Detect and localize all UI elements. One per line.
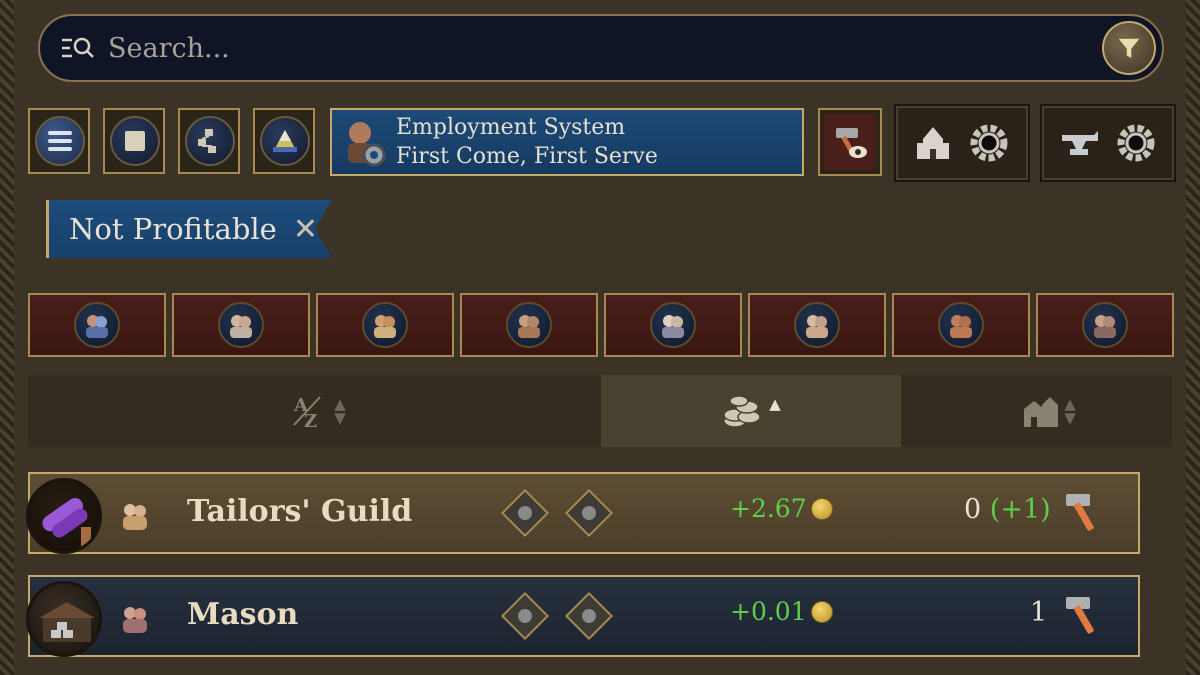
level-text: 1 bbox=[1030, 597, 1048, 628]
worker-gear-icon bbox=[340, 115, 388, 169]
active-filter-tag[interactable]: Not Profitable ✕ bbox=[46, 200, 332, 258]
employment-value: First Come, First Serve bbox=[396, 144, 658, 169]
svg-text:Z: Z bbox=[304, 411, 317, 431]
building-levels: 0 (+1) bbox=[964, 494, 1051, 525]
output-goods-icon bbox=[564, 488, 614, 538]
list-view-button[interactable] bbox=[28, 108, 90, 174]
pop-tab-2[interactable] bbox=[172, 293, 310, 357]
pop-icon bbox=[86, 315, 108, 338]
grid-view-button[interactable] bbox=[103, 108, 165, 174]
search-input[interactable] bbox=[108, 32, 1008, 64]
pop-icon bbox=[518, 315, 540, 338]
pop-icon bbox=[374, 315, 396, 338]
sort-by-level-button[interactable]: ▲ ▼ bbox=[988, 375, 1108, 447]
hammer-icon[interactable] bbox=[1060, 591, 1104, 639]
profit-text: +0.01 bbox=[730, 597, 807, 626]
building-name: Mason bbox=[187, 597, 299, 632]
pop-tab-3[interactable] bbox=[316, 293, 454, 357]
church-icon bbox=[917, 127, 949, 159]
pop-icon bbox=[120, 500, 150, 532]
pop-icon bbox=[120, 603, 150, 635]
mason-building-icon bbox=[26, 581, 102, 657]
pop-icon bbox=[662, 315, 684, 338]
pop-tab-5[interactable] bbox=[604, 293, 742, 357]
pop-icon bbox=[950, 315, 972, 338]
gear-icon bbox=[970, 124, 1008, 162]
building-settings-button[interactable] bbox=[894, 104, 1030, 182]
profit-value: +2.67 bbox=[730, 494, 833, 523]
output-goods-icon bbox=[564, 591, 614, 641]
sort-az-icon: A Z bbox=[293, 395, 321, 431]
coin-icon bbox=[810, 600, 833, 623]
profit-value: +0.01 bbox=[730, 597, 833, 626]
pop-tab-7[interactable] bbox=[892, 293, 1030, 357]
sort-header: A Z ▲▼ ▲▼ ▲▼ bbox=[28, 375, 1172, 447]
hierarchy-view-button[interactable] bbox=[178, 108, 240, 174]
level-text: 0 bbox=[964, 494, 982, 525]
input-goods-icon bbox=[500, 488, 550, 538]
silk-building-icon bbox=[26, 478, 102, 554]
level-plus-text: (+1) bbox=[989, 494, 1051, 525]
building-row[interactable]: Mason +0.01 1 bbox=[26, 575, 1140, 657]
pop-icon bbox=[806, 315, 828, 338]
pop-tab-1[interactable] bbox=[28, 293, 166, 357]
pop-tab-8[interactable] bbox=[1036, 293, 1174, 357]
frame-edge-left bbox=[0, 0, 14, 675]
search-bar[interactable] bbox=[38, 14, 1164, 82]
coin-icon bbox=[810, 497, 833, 520]
input-goods-icon bbox=[500, 591, 550, 641]
pop-icon bbox=[1094, 315, 1116, 338]
gear-icon-2 bbox=[1117, 124, 1155, 162]
pop-tab-4[interactable] bbox=[460, 293, 598, 357]
profit-text: +2.67 bbox=[730, 494, 807, 523]
hammer-eye-icon bbox=[824, 114, 876, 170]
employment-title: Employment System bbox=[396, 115, 626, 140]
pop-tab-6[interactable] bbox=[748, 293, 886, 357]
sort-by-name-button[interactable]: A Z ▲ ▼ bbox=[218, 375, 418, 447]
close-icon[interactable]: ✕ bbox=[293, 212, 318, 247]
build-view-button[interactable] bbox=[818, 108, 882, 176]
anvil-icon bbox=[1062, 131, 1098, 155]
pyramid-icon bbox=[273, 130, 297, 152]
coins-icon bbox=[723, 395, 761, 428]
production-settings-button[interactable] bbox=[1040, 104, 1176, 182]
building-row[interactable]: Tailors' Guild +2.67 0 (+1) bbox=[26, 472, 1140, 554]
hammer-icon[interactable] bbox=[1060, 488, 1104, 536]
square-icon bbox=[125, 131, 145, 151]
filter-button[interactable] bbox=[1102, 21, 1156, 75]
buildings-icon bbox=[1024, 397, 1059, 427]
sort-by-profit-button[interactable]: ▲▼ bbox=[601, 375, 901, 447]
building-levels: 1 bbox=[1030, 597, 1047, 628]
funnel-icon bbox=[1115, 37, 1143, 61]
list-icon bbox=[48, 131, 72, 151]
hierarchy-icon bbox=[198, 129, 216, 153]
frame-edge-right bbox=[1186, 0, 1200, 675]
pop-icon bbox=[230, 315, 252, 338]
search-list-icon bbox=[58, 28, 98, 68]
filter-tag-label: Not Profitable bbox=[69, 212, 277, 246]
building-name: Tailors' Guild bbox=[187, 494, 413, 529]
pyramid-view-button[interactable] bbox=[253, 108, 315, 174]
employment-system-panel[interactable]: Employment System First Come, First Serv… bbox=[330, 108, 804, 176]
